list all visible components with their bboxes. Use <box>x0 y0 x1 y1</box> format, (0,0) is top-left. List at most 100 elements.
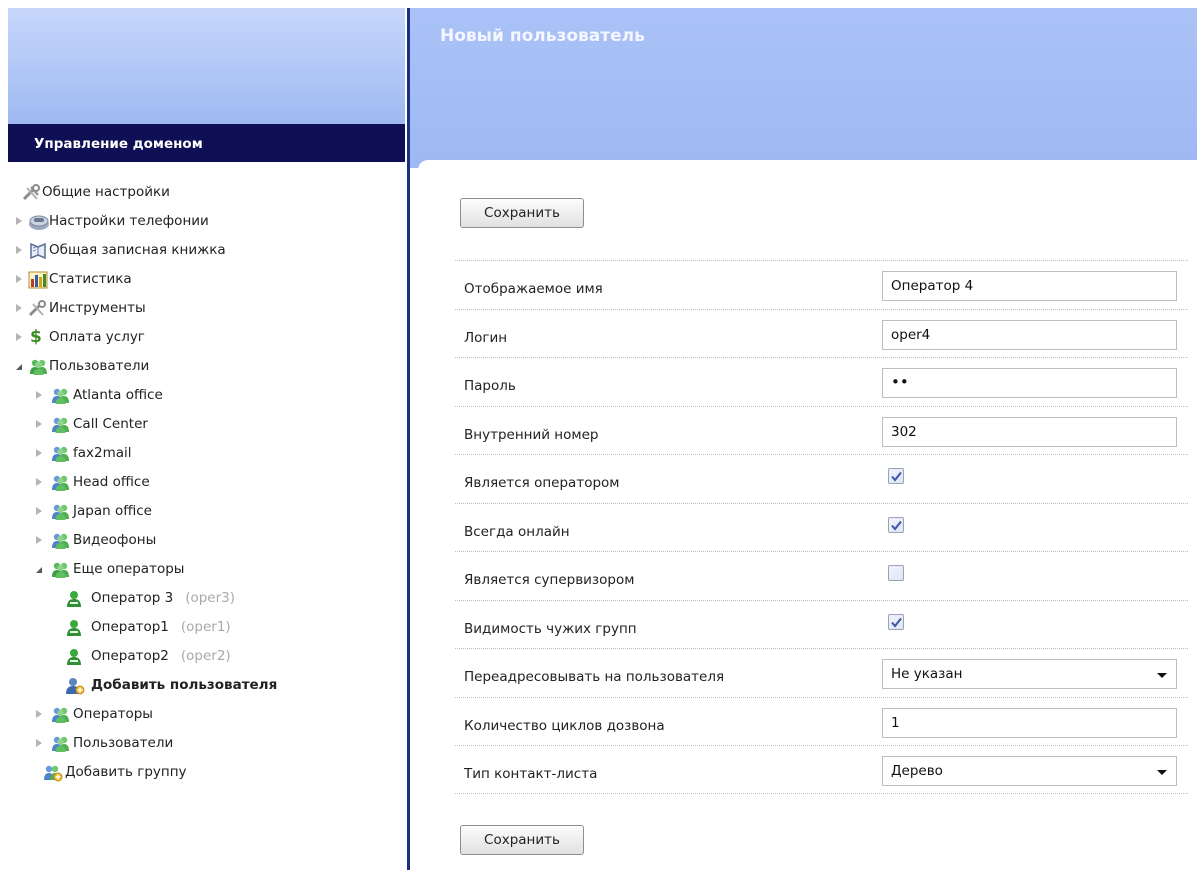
expand-arrow-icon[interactable] <box>36 449 42 457</box>
expand-arrow-icon[interactable] <box>36 739 42 747</box>
tree-item-tools[interactable]: Инструменты <box>16 294 404 323</box>
tree-item-label: Общая записная книжка <box>49 242 226 258</box>
password-input[interactable]: •• <box>882 368 1177 398</box>
tree-item-fax2mail[interactable]: fax2mail <box>16 439 404 468</box>
tree-item-label: Оператор1 <box>91 619 169 635</box>
expand-arrow-icon[interactable] <box>16 275 22 283</box>
tree-item-japan-office[interactable]: Japan office <box>16 497 404 526</box>
foreign-groups-label: Видимость чужих групп <box>464 620 637 637</box>
expand-arrow-icon[interactable] <box>16 217 22 225</box>
tree-item-payment[interactable]: $ Оплата услуг <box>16 323 404 352</box>
tree-item-label: Japan office <box>73 503 152 519</box>
tree-item-label: Пользователи <box>73 735 174 751</box>
tree-item-label: Добавить пользователя <box>91 677 278 693</box>
tree-item-general-settings[interactable]: Общие настройки <box>16 178 404 207</box>
sidebar-title: Управление доменом <box>8 124 405 162</box>
tree-item-head-office[interactable]: Head office <box>16 468 404 497</box>
form-row-foreign-groups: Видимость чужих групп <box>455 599 1188 649</box>
save-button-bottom[interactable]: Сохранить <box>460 825 584 855</box>
expand-arrow-icon[interactable] <box>16 304 22 312</box>
login-input[interactable]: oper4 <box>882 319 1177 350</box>
form-row-is-supervisor: Является супервизором <box>455 551 1188 600</box>
tree-item-operator-3[interactable]: Оператор 3 (oper3) <box>16 584 404 613</box>
tree-item-operator-2[interactable]: Оператор2 (oper2) <box>16 642 404 671</box>
extension-input[interactable]: 302 <box>882 416 1177 447</box>
display-name-label: Отображаемое имя <box>464 281 603 297</box>
tree-item-label: Инструменты <box>49 300 146 316</box>
phone-icon <box>28 213 49 231</box>
tree-item-label: Оператор 3 <box>91 590 174 606</box>
sidebar-header-background <box>8 8 405 124</box>
tree-item-statistics[interactable]: Статистика <box>16 265 404 294</box>
form-row-forward-to: Переадресовывать на пользователя Не указ… <box>455 648 1188 697</box>
tree-item-label: Head office <box>73 474 150 490</box>
users-group-icon <box>50 387 69 405</box>
expand-arrow-icon[interactable] <box>36 391 42 399</box>
users-group-icon <box>50 503 69 521</box>
tree-item-users-subgroup[interactable]: Пользователи <box>16 729 404 758</box>
ring-cycles-label: Количество циклов дозвона <box>464 717 665 734</box>
expand-arrow-icon[interactable] <box>36 710 42 718</box>
collapse-arrow-icon[interactable] <box>36 567 42 573</box>
tree-item-operator-1[interactable]: Оператор1 (oper1) <box>16 613 404 642</box>
tree-item-label: Добавить группу <box>65 764 187 780</box>
save-button-top[interactable]: Сохранить <box>460 198 584 228</box>
user-icon <box>65 590 83 608</box>
navigation-tree: Общие настройки Настройки телефонии Обща… <box>16 178 404 787</box>
expand-arrow-icon[interactable] <box>36 420 42 428</box>
users-group-icon <box>28 358 47 376</box>
ring-cycles-input[interactable]: 1 <box>882 707 1177 738</box>
tree-item-atlanta-office[interactable]: Atlanta office <box>16 381 404 410</box>
forward-to-label: Переадресовывать на пользователя <box>464 669 725 685</box>
tree-item-add-user[interactable]: Добавить пользователя <box>16 671 404 700</box>
form-row-always-online: Всегда онлайн <box>455 502 1188 552</box>
tree-item-address-book[interactable]: Общая записная книжка <box>16 236 404 265</box>
form-row-login: Логин oper4 <box>455 308 1188 358</box>
expand-arrow-icon[interactable] <box>16 333 22 341</box>
form-row-password: Пароль •• <box>455 357 1188 406</box>
is-supervisor-checkbox[interactable] <box>888 565 904 581</box>
user-icon <box>65 619 83 637</box>
display-name-input[interactable]: Оператор 4 <box>882 271 1177 301</box>
tree-item-label: Пользователи <box>49 358 150 374</box>
always-online-label: Всегда онлайн <box>464 523 570 540</box>
tree-item-label: Atlanta office <box>73 387 163 403</box>
expand-arrow-icon[interactable] <box>16 246 22 254</box>
password-label: Пароль <box>464 378 516 394</box>
user-form: Отображаемое имя Оператор 4 Логин oper4 … <box>455 260 1188 794</box>
statistics-icon <box>28 271 48 289</box>
foreign-groups-checkbox[interactable] <box>888 613 904 630</box>
address-book-icon <box>28 242 46 260</box>
tree-item-operators[interactable]: Операторы <box>16 700 404 729</box>
tree-item-more-operators[interactable]: Еще операторы <box>16 555 404 584</box>
login-label: Логин <box>464 329 508 346</box>
tree-item-videophones[interactable]: Видеофоны <box>16 526 404 555</box>
dropdown-arrow-icon <box>1157 673 1167 678</box>
collapse-arrow-icon[interactable] <box>16 364 22 370</box>
form-row-ring-cycles: Количество циклов дозвона 1 <box>455 696 1188 746</box>
tree-item-label: Общие настройки <box>42 184 170 200</box>
tree-item-telephony-settings[interactable]: Настройки телефонии <box>16 207 404 236</box>
tree-item-login: (oper3) <box>185 590 235 606</box>
form-row-extension: Внутренний номер 302 <box>455 405 1188 455</box>
tree-item-call-center[interactable]: Call Center <box>16 410 404 439</box>
forward-to-select[interactable]: Не указан <box>882 659 1177 689</box>
tree-item-label: Оператор2 <box>91 648 169 664</box>
users-group-icon <box>50 735 69 753</box>
always-online-checkbox[interactable] <box>888 516 904 533</box>
contact-list-type-select[interactable]: Дерево <box>882 756 1177 786</box>
users-group-icon <box>50 416 69 434</box>
dropdown-arrow-icon <box>1157 770 1167 775</box>
expand-arrow-icon[interactable] <box>36 536 42 544</box>
tools-icon <box>28 300 46 318</box>
extension-label: Внутренний номер <box>464 426 599 443</box>
is-operator-checkbox[interactable] <box>888 468 904 484</box>
tree-item-label: Статистика <box>49 271 132 287</box>
tree-item-users[interactable]: Пользователи <box>16 352 404 381</box>
expand-arrow-icon[interactable] <box>36 478 42 486</box>
tree-item-add-group[interactable]: Добавить группу <box>16 758 404 787</box>
tree-item-label: fax2mail <box>73 445 132 461</box>
expand-arrow-icon[interactable] <box>36 507 42 515</box>
contact-list-type-value: Дерево <box>891 763 943 779</box>
tree-item-label: Операторы <box>73 706 153 722</box>
